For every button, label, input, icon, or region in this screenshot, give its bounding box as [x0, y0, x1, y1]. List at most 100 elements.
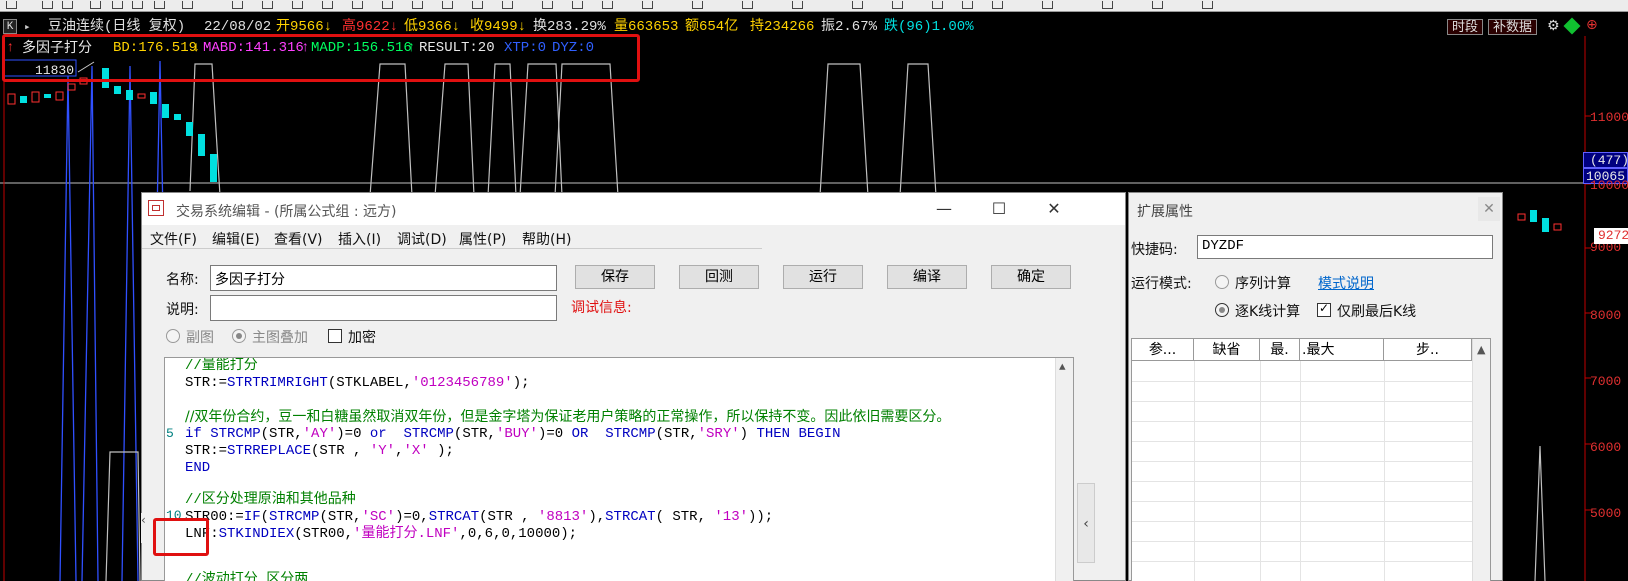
- menu-file[interactable]: 文件(F): [150, 229, 197, 249]
- run-button[interactable]: 运行: [783, 265, 863, 289]
- menu-insert[interactable]: 插入(I): [338, 229, 381, 249]
- toolbar-icon[interactable]: [540, 0, 554, 10]
- save-button[interactable]: 保存: [575, 265, 655, 289]
- backtest-button[interactable]: 回测: [679, 265, 759, 289]
- only-last-bar-checkbox[interactable]: ✓: [1317, 301, 1331, 317]
- radio-kline-calc[interactable]: [1215, 303, 1229, 317]
- code-editor[interactable]: 5 10 //量能打分 STR:=STRTRIMRIGHT(STKLABEL,'…: [164, 357, 1074, 581]
- table-row[interactable]: [1132, 561, 1472, 562]
- toolbar-icon[interactable]: [890, 0, 904, 10]
- table-row[interactable]: [1132, 441, 1472, 442]
- minimize-icon[interactable]: —: [932, 197, 956, 221]
- side-panel-titlebar: 扩展属性 ✕: [1129, 193, 1502, 225]
- toolbar-icon[interactable]: [260, 0, 274, 10]
- menu-properties[interactable]: 属性(P): [459, 229, 506, 249]
- toolbar-icon[interactable]: [1040, 0, 1054, 10]
- editor-scrollbar[interactable]: ▲: [1055, 358, 1073, 581]
- candle: [126, 90, 133, 100]
- toolbar-icon[interactable]: [570, 0, 584, 10]
- toolbar-icon[interactable]: [1200, 0, 1214, 10]
- toolbar-icon[interactable]: [130, 0, 144, 10]
- table-row[interactable]: [1132, 421, 1472, 422]
- close-icon[interactable]: ✕: [1042, 197, 1066, 221]
- scroll-up-icon[interactable]: ▲: [1059, 362, 1066, 374]
- toolbar-icon[interactable]: [790, 0, 804, 10]
- toolbar-icon[interactable]: [740, 0, 754, 10]
- toolbar-icon[interactable]: [640, 0, 654, 10]
- period-button[interactable]: 时段: [1447, 19, 1484, 35]
- extended-properties-panel: 扩展属性 ✕ 快捷码: DYZDF 运行模式: 序列计算 模式说明 逐K线计算 …: [1128, 192, 1503, 581]
- menu-help[interactable]: 帮助(H): [522, 229, 571, 249]
- parameter-table[interactable]: 参... 缺省 最. .最大 步.. ▲: [1131, 338, 1491, 581]
- scroll-up-icon[interactable]: ▲: [1477, 343, 1485, 356]
- cursor-icon[interactable]: [230, 0, 244, 10]
- shortcut-field[interactable]: DYZDF: [1197, 235, 1493, 259]
- name-field[interactable]: 多因子打分: [210, 265, 557, 291]
- table-row[interactable]: [1132, 521, 1472, 522]
- description-field[interactable]: [210, 295, 557, 321]
- toolbar-icon[interactable]: [110, 0, 124, 10]
- table-row[interactable]: [1132, 461, 1472, 462]
- toolbar-icon[interactable]: [930, 0, 944, 10]
- toolbar-icon[interactable]: [440, 0, 454, 10]
- toolbar-icon[interactable]: [500, 0, 514, 10]
- table-row[interactable]: [1132, 541, 1472, 542]
- toolbar-icon[interactable]: [320, 0, 334, 10]
- side-panel-close-icon[interactable]: ✕: [1478, 197, 1500, 221]
- side-panel-title: 扩展属性: [1137, 204, 1193, 220]
- toolbar-icon[interactable]: [1100, 0, 1114, 10]
- kline-toggle-icon[interactable]: K: [3, 19, 17, 34]
- col-header-max[interactable]: .最大: [1300, 339, 1384, 361]
- toolbar-icon[interactable]: [690, 0, 704, 10]
- toolbar-icon[interactable]: [960, 0, 974, 10]
- table-row[interactable]: [1132, 381, 1472, 382]
- toolbar-icon[interactable]: [180, 0, 194, 10]
- toolbar-icon[interactable]: [410, 0, 424, 10]
- mode-help-link[interactable]: 模式说明: [1318, 273, 1374, 293]
- menu-debug[interactable]: 调试(D): [397, 229, 447, 249]
- encrypt-checkbox[interactable]: [328, 329, 342, 343]
- radio-kline-label: 逐K线计算: [1235, 304, 1301, 320]
- dialog-titlebar[interactable]: 交易系统编辑 - (所属公式组 : 远方) — ☐ ✕: [142, 193, 1125, 225]
- toolbar-icon[interactable]: [600, 0, 614, 10]
- result-step: [554, 63, 619, 197]
- collapse-panel-icon[interactable]: ‹: [1077, 483, 1095, 563]
- toolbar-icon[interactable]: [350, 0, 364, 10]
- col-header-step[interactable]: 步..: [1384, 339, 1472, 361]
- toolbar-icon[interactable]: [470, 0, 484, 10]
- toolbar-icon[interactable]: [152, 0, 166, 10]
- toolbar-icon[interactable]: [60, 0, 74, 10]
- col-header-default[interactable]: 缺省: [1194, 339, 1260, 361]
- toolbar-icon[interactable]: [290, 0, 304, 10]
- toolbar-icon[interactable]: [850, 0, 864, 10]
- radio-sequence-calc[interactable]: [1215, 275, 1229, 289]
- toolbar-icon[interactable]: [88, 0, 102, 10]
- price-badge-count: (477): [1583, 152, 1628, 168]
- menu-edit[interactable]: 编辑(E): [212, 229, 260, 249]
- toolbar-icon[interactable]: [1150, 0, 1164, 10]
- toolbar-icon[interactable]: [4, 0, 18, 10]
- table-scrollbar[interactable]: ▲: [1472, 339, 1490, 581]
- toolbar-icon[interactable]: [990, 0, 1004, 10]
- ok-button[interactable]: 确定: [991, 265, 1071, 289]
- radio-subchart[interactable]: [166, 329, 180, 343]
- maximize-icon[interactable]: ☐: [987, 197, 1011, 221]
- compile-button[interactable]: 编译: [887, 265, 967, 289]
- target-icon[interactable]: ⊕: [1586, 17, 1598, 33]
- menu-bar: 文件(F) 编辑(E) 查看(V) 插入(I) 调试(D) 属性(P) 帮助(H…: [142, 225, 762, 249]
- menu-view[interactable]: 查看(V): [274, 229, 323, 249]
- toolbar-icon[interactable]: [380, 0, 394, 10]
- candle: [1517, 213, 1526, 221]
- candle: [174, 114, 181, 120]
- gear-icon[interactable]: ⚙: [1547, 18, 1560, 34]
- table-row[interactable]: [1132, 401, 1472, 402]
- supplement-data-button[interactable]: 补数据: [1488, 19, 1538, 35]
- top-toolbar: [0, 0, 1628, 12]
- radio-main-overlay[interactable]: [232, 329, 246, 343]
- col-header-min[interactable]: 最.: [1260, 339, 1300, 361]
- collapse-left-icon[interactable]: ‹: [141, 513, 153, 543]
- table-row[interactable]: [1132, 481, 1472, 482]
- toolbar-icon[interactable]: [40, 0, 54, 10]
- table-row[interactable]: [1132, 501, 1472, 502]
- col-header-param[interactable]: 参...: [1132, 339, 1194, 361]
